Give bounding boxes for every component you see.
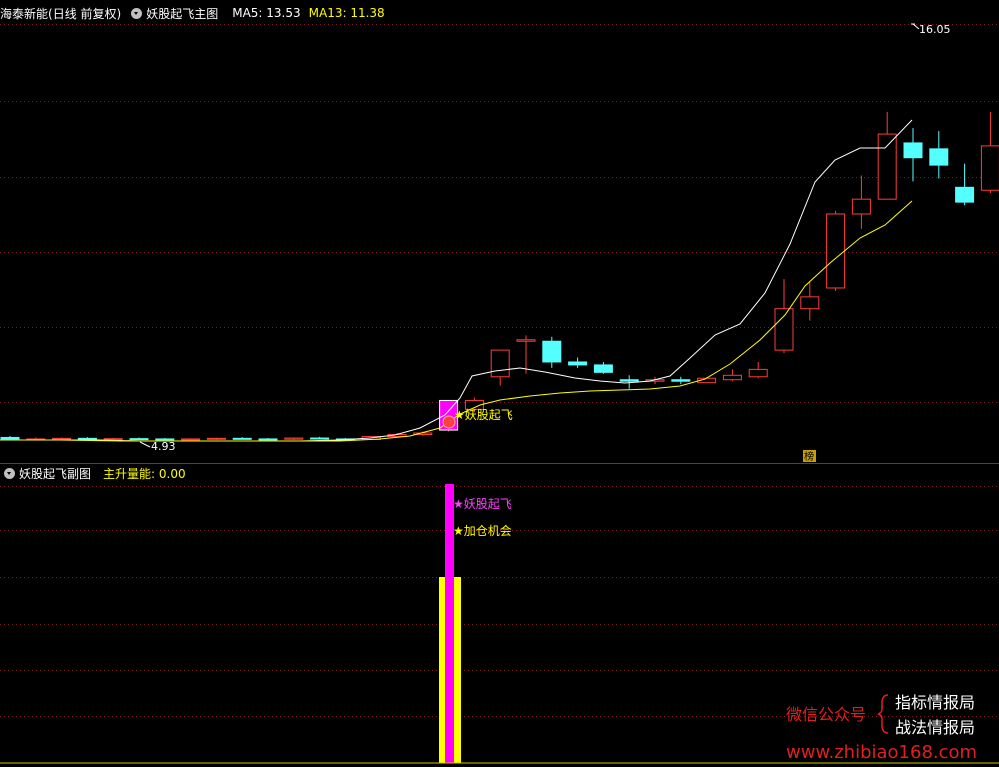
candle-body[interactable] <box>851 198 871 215</box>
candle-body[interactable] <box>877 133 897 200</box>
chart-canvas: 16.05 4.93 ★妖股起飞 榜 ★妖股起飞 ★加仓机会 微信公众号 指标情… <box>0 23 999 764</box>
candle-body[interactable] <box>955 186 975 203</box>
sub-grid <box>0 486 999 717</box>
watermark-wechat: 微信公众号 <box>786 705 866 724</box>
candle-body[interactable] <box>619 379 639 382</box>
high-marker-text: 16.05 <box>919 23 951 36</box>
ma5-line <box>0 119 913 442</box>
sub-signal-jiacang: ★加仓机会 <box>453 524 512 538</box>
low-marker-text: 4.93 <box>151 440 176 453</box>
candle-body[interactable] <box>181 438 201 441</box>
candle-body[interactable] <box>568 361 588 366</box>
candle-body[interactable] <box>129 438 149 441</box>
candle-body[interactable] <box>232 437 252 440</box>
main-signal-label: ★妖股起飞 <box>454 408 513 422</box>
candle-body[interactable] <box>774 308 794 351</box>
candle-body[interactable] <box>722 374 742 381</box>
candle-body[interactable] <box>103 438 123 441</box>
candle-body[interactable] <box>800 296 820 310</box>
candle-body[interactable] <box>77 437 97 440</box>
candle-body[interactable] <box>310 437 330 440</box>
watermark-name-b: 战法情报局 <box>895 718 975 737</box>
watermark-url: www.zhibiao168.com <box>786 742 977 763</box>
candle-body[interactable] <box>52 437 72 440</box>
candle-body[interactable] <box>593 364 613 373</box>
sub-signal-yaogu: ★妖股起飞 <box>453 497 512 511</box>
candle-body[interactable] <box>980 145 999 191</box>
candle-body[interactable] <box>929 148 949 166</box>
candle-body[interactable] <box>490 349 510 378</box>
candle-body[interactable] <box>516 339 536 342</box>
candle-body[interactable] <box>671 379 691 382</box>
main-grid <box>0 24 999 403</box>
candle-body[interactable] <box>903 142 923 159</box>
watermark-name-a: 指标情报局 <box>895 693 975 712</box>
candle-body[interactable] <box>826 213 846 289</box>
candle-body[interactable] <box>542 340 562 363</box>
low-marker: 4.93 <box>139 440 176 453</box>
watermark-brace <box>877 694 889 734</box>
candle-body[interactable] <box>0 436 20 440</box>
candle-body[interactable] <box>284 437 304 440</box>
badge-text: 榜 <box>804 450 814 463</box>
candle-body[interactable] <box>206 437 226 440</box>
candles <box>0 111 999 441</box>
candle-body[interactable] <box>258 438 278 441</box>
candle-body[interactable] <box>748 368 768 378</box>
